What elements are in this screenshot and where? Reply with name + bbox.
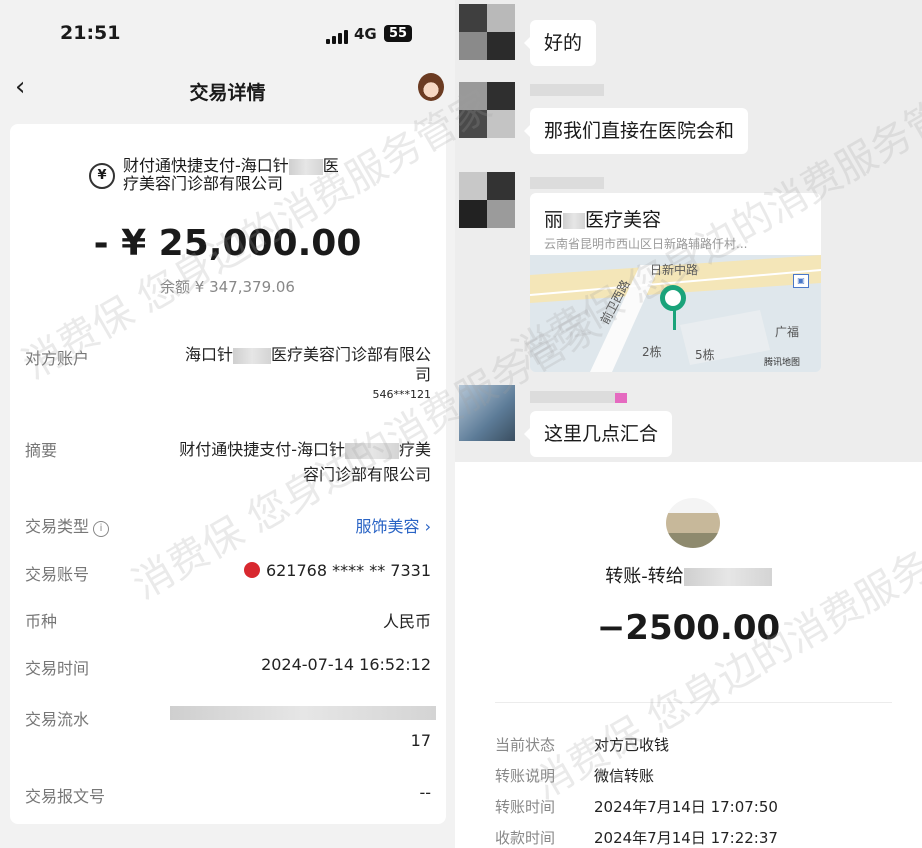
avatar[interactable]: [459, 4, 515, 60]
status-time: 21:51: [60, 22, 121, 44]
time-label: 交易时间: [25, 659, 90, 678]
divider: [495, 702, 892, 703]
transaction-amount: - ¥ 25,000.00: [93, 223, 362, 264]
map-label-poi: 广福: [775, 325, 800, 339]
summary-value: 财付通快捷支付-海口针 疗美 容门诊部有限公司: [179, 440, 431, 484]
avatar[interactable]: [459, 82, 515, 138]
balance: 余额 ¥ 347,379.06: [160, 278, 295, 296]
yuan-refund-icon: ¥: [89, 163, 115, 189]
info-icon[interactable]: i: [93, 521, 110, 537]
transfer-amount: −2500.00: [596, 608, 781, 648]
serial-label: 交易流水: [25, 710, 90, 729]
chevron-right-icon: ›: [424, 517, 431, 536]
recipient-avatar: [666, 498, 720, 548]
status-label: 当前状态: [495, 736, 556, 754]
poi-icon: ▣: [793, 274, 809, 288]
counterparty-value: 海口针 医疗美容门诊部有限公 司: [184, 345, 431, 384]
chat-screen: 好的 那我们直接在医院会和 丽医疗美容 云南省昆明市西山区日新路辅路仟村...: [455, 0, 922, 462]
bank-logo-icon: [243, 562, 260, 578]
location-title: 丽医疗美容: [544, 209, 662, 231]
receive-time-label: 收款时间: [495, 829, 556, 847]
type-label: 交易类型 i: [25, 513, 110, 537]
serial-tail: 17: [410, 731, 431, 750]
receive-time-value: 2024年7月14日 17:22:37: [594, 829, 778, 847]
currency-label: 币种: [25, 612, 58, 631]
account-value: 621768 **** ** 7331: [243, 561, 431, 580]
avatar[interactable]: [459, 172, 515, 228]
message-bubble[interactable]: 好的: [523, 20, 597, 66]
location-address: 云南省昆明市西山区日新路辅路仟村...: [544, 237, 748, 251]
sender-name: [530, 84, 604, 96]
avatar[interactable]: [418, 73, 444, 101]
summary-label: 摘要: [25, 441, 58, 460]
message-bubble[interactable]: 这里几点汇合: [523, 411, 673, 457]
time-value: 2024-07-14 16:52:12: [261, 655, 431, 674]
status-value: 对方已收钱: [594, 736, 670, 754]
emoji-icon: [615, 393, 627, 403]
page-title: 交易详情: [189, 82, 266, 104]
message-no-value: --: [419, 783, 431, 802]
location-pin-stem: [673, 310, 676, 330]
map-label-building: 2栋: [642, 345, 662, 359]
location-card[interactable]: 丽医疗美容 云南省昆明市西山区日新路辅路仟村... 日新中路 前卫西路 2栋 5…: [530, 193, 821, 372]
map-preview[interactable]: 日新中路 前卫西路 2栋 5栋 广福 腾讯地图 ▣: [530, 255, 821, 372]
signal-icon: [326, 30, 350, 44]
battery-icon: 55: [384, 25, 412, 42]
location-pin-icon: [660, 285, 686, 311]
note-value: 微信转账: [594, 767, 655, 785]
note-label: 转账说明: [495, 767, 556, 785]
avatar[interactable]: [459, 385, 515, 441]
transfer-time-label: 转账时间: [495, 798, 556, 816]
bank-transaction-screen: 21:51 4G 55 ‹ 交易详情 ¥ 财付通快捷支付-海口针医 疗美容门诊部…: [0, 0, 455, 848]
map-label-building: 5栋: [695, 348, 715, 362]
map-brand: 腾讯地图: [764, 358, 801, 368]
transfer-title: 转账-转给: [455, 562, 922, 588]
message-bubble[interactable]: 那我们直接在医院会和: [523, 108, 749, 154]
transfer-detail-screen: 转账-转给 −2500.00 当前状态 对方已收钱 转账说明 微信转账 转账时间…: [455, 462, 922, 848]
map-label-road: 日新中路: [650, 263, 699, 277]
counterparty-label: 对方账户: [25, 349, 90, 368]
message-no-label: 交易报文号: [25, 787, 106, 806]
sender-name: [530, 391, 620, 403]
counterparty-account: 546***121: [372, 388, 432, 401]
serial-redacted: [170, 706, 436, 720]
type-link[interactable]: 服饰美容 ›: [355, 513, 431, 537]
merchant-name: 财付通快捷支付-海口针医 疗美容门诊部有限公司: [123, 156, 339, 193]
transfer-time-value: 2024年7月14日 17:07:50: [594, 798, 778, 816]
sender-name: [530, 177, 604, 189]
network-type: 4G: [354, 25, 377, 43]
account-label: 交易账号: [25, 565, 90, 584]
currency-value: 人民币: [382, 612, 431, 631]
